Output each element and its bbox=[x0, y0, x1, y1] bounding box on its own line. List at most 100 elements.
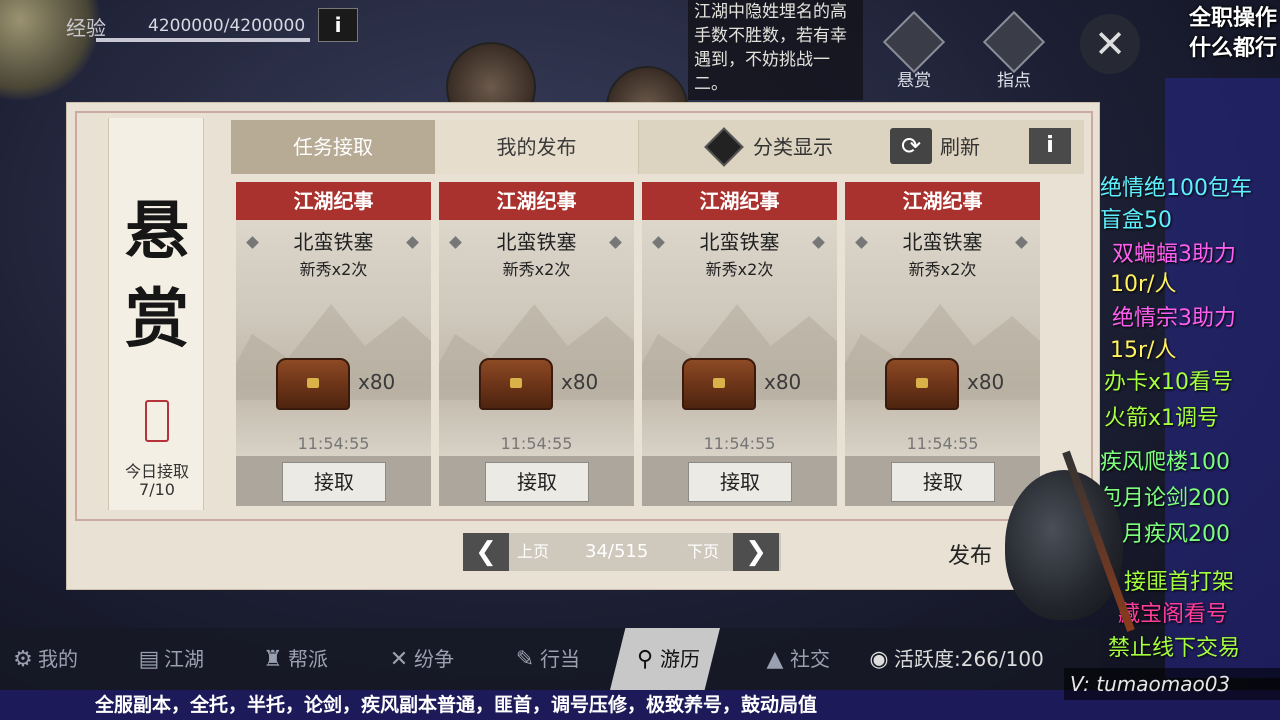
nav-item-jianghu[interactable]: ▤ 江湖 bbox=[134, 628, 204, 690]
bounty-icon bbox=[882, 10, 946, 74]
scroll-icon: ▤ bbox=[138, 647, 160, 672]
nav-item-travel[interactable]: ⚲ 游历 bbox=[610, 628, 720, 690]
quest-timer: 11:54:55 bbox=[703, 434, 776, 453]
reward-quantity: x80 bbox=[967, 370, 1005, 394]
brush-icon: ✎ bbox=[515, 647, 535, 672]
activity-display[interactable]: ◉ 活跃度:266/100 bbox=[864, 628, 1043, 690]
seal-stamp bbox=[145, 400, 169, 442]
quest-name: 北蛮铁塞 bbox=[699, 230, 780, 254]
prev-page-label[interactable]: 上页 bbox=[517, 533, 549, 571]
nav-label: 帮派 bbox=[288, 647, 328, 671]
quest-card-header: 江湖纪事 bbox=[236, 182, 431, 220]
treasure-chest-icon bbox=[682, 358, 756, 410]
quest-card[interactable]: 江湖纪事 北蛮铁塞 新秀x2次 x80 11:54:55 接取 bbox=[642, 182, 837, 506]
accept-button[interactable]: 接取 bbox=[891, 462, 995, 502]
next-page-button[interactable]: ❯ bbox=[733, 533, 779, 571]
pagination: ❮ 上页 34/515 下页 ❯ bbox=[463, 533, 781, 571]
overlay-line: 禁止线下交易 bbox=[1108, 636, 1241, 661]
accept-button[interactable]: 接取 bbox=[688, 462, 792, 502]
tab-my-published[interactable]: 我的发布 bbox=[435, 120, 639, 174]
activity-icon: ◉ bbox=[869, 647, 889, 672]
quest-requirement: 新秀x2次 bbox=[299, 260, 368, 279]
nav-label: 江湖 bbox=[164, 647, 204, 671]
quest-name: 北蛮铁塞 bbox=[293, 230, 374, 254]
today-accept-label: 今日接取 bbox=[124, 462, 189, 481]
inkstone-decoration[interactable] bbox=[1005, 470, 1123, 620]
bounty-scroll: 悬赏 今日接取 7/10 bbox=[108, 118, 204, 510]
quest-timer: 11:54:55 bbox=[906, 434, 979, 453]
bounty-button[interactable]: 悬赏 bbox=[882, 10, 946, 91]
next-page-label[interactable]: 下页 bbox=[687, 533, 719, 571]
reward-quantity: x80 bbox=[561, 370, 599, 394]
overlay-line: 绝情绝100包车 bbox=[1100, 176, 1252, 201]
bottom-nav: ⚙ 我的 ▤ 江湖 ♜ 帮派 ✕ 纷争 ✎ 行当 ⚲ 游历 ▲ 社交 ◉ 活跃度:266/100 bbox=[0, 628, 1100, 690]
guide-button[interactable]: 指点 bbox=[982, 10, 1046, 91]
quest-card-footer: 接取 bbox=[439, 456, 634, 506]
accept-button[interactable]: 接取 bbox=[485, 462, 589, 502]
guide-icon bbox=[982, 10, 1046, 74]
page-counter: 34/515 bbox=[585, 541, 649, 562]
nav-item-profession[interactable]: ✎ 行当 bbox=[510, 628, 580, 690]
nav-label: 游历 bbox=[660, 647, 700, 671]
quest-card-body: 北蛮铁塞 新秀x2次 x80 11:54:55 bbox=[845, 220, 1040, 456]
nav-item-guild[interactable]: ♜ 帮派 bbox=[258, 628, 328, 690]
tab-accept-quest[interactable]: 任务接取 bbox=[231, 120, 435, 174]
refresh-label[interactable]: 刷新 bbox=[940, 120, 980, 174]
overlay-header: 全职操作 什么都行 bbox=[1165, 4, 1277, 64]
crossed-swords-icon: ✕ bbox=[389, 647, 409, 672]
exp-progress-bar bbox=[96, 38, 310, 42]
overlay-header-line1: 全职操作 bbox=[1188, 6, 1277, 31]
nav-item-social[interactable]: ▲ 社交 bbox=[760, 628, 830, 690]
overlay-line: 包月论剑200 bbox=[1100, 486, 1230, 511]
quest-card-header: 江湖纪事 bbox=[845, 182, 1040, 220]
overlay-line: 绝情宗3助力 bbox=[1112, 306, 1236, 331]
overlay-line: 疾风爬楼100 bbox=[1100, 450, 1230, 475]
social-icon: ▲ bbox=[766, 647, 784, 672]
overlay-line: 盲盒50 bbox=[1100, 208, 1172, 233]
magnifier-icon: ⚲ bbox=[636, 647, 654, 672]
quest-name: 北蛮铁塞 bbox=[496, 230, 577, 254]
treasure-chest-icon bbox=[479, 358, 553, 410]
scroll-title: 悬赏 bbox=[125, 194, 189, 357]
quest-card[interactable]: 江湖纪事 北蛮铁塞 新秀x2次 x80 11:54:55 接取 bbox=[845, 182, 1040, 506]
guild-icon: ♜ bbox=[263, 647, 283, 672]
exp-value: 4200000/4200000 bbox=[148, 16, 306, 36]
gear-icon: ⚙ bbox=[13, 647, 33, 672]
exp-label: 经验 bbox=[66, 16, 106, 40]
refresh-icon[interactable]: ⟳ bbox=[890, 128, 932, 164]
quest-name: 北蛮铁塞 bbox=[902, 230, 983, 254]
quest-timer: 11:54:55 bbox=[500, 434, 573, 453]
quest-card[interactable]: 江湖纪事 北蛮铁塞 新秀x2次 x80 11:54:55 接取 bbox=[439, 182, 634, 506]
quest-card-body: 北蛮铁塞 新秀x2次 x80 11:54:55 bbox=[642, 220, 837, 456]
quest-card-footer: 接取 bbox=[642, 456, 837, 506]
info-icon[interactable]: i bbox=[1029, 128, 1071, 164]
accept-button[interactable]: 接取 bbox=[282, 462, 386, 502]
prev-page-button[interactable]: ❮ bbox=[463, 533, 509, 571]
nav-item-mine[interactable]: ⚙ 我的 bbox=[8, 628, 78, 690]
overlay-line: 藏宝阁看号 bbox=[1118, 602, 1229, 627]
treasure-chest-icon bbox=[885, 358, 959, 410]
quest-timer: 11:54:55 bbox=[297, 434, 370, 453]
exp-info-icon[interactable]: i bbox=[318, 8, 358, 42]
quest-card-body: 北蛮铁塞 新秀x2次 x80 11:54:55 bbox=[439, 220, 634, 456]
overlay-line: 双蝙蝠3助力 bbox=[1112, 242, 1236, 267]
quest-card-footer: 接取 bbox=[845, 456, 1040, 506]
quest-card-body: 北蛮铁塞 新秀x2次 x80 11:54:55 bbox=[236, 220, 431, 456]
quest-card[interactable]: 江湖纪事 北蛮铁塞 新秀x2次 x80 11:54:55 接取 bbox=[236, 182, 431, 506]
reward-quantity: x80 bbox=[764, 370, 802, 394]
category-toggle-icon[interactable] bbox=[704, 127, 744, 167]
quest-requirement: 新秀x2次 bbox=[502, 260, 571, 279]
publish-button[interactable]: 发布 bbox=[948, 538, 992, 570]
category-display-label[interactable]: 分类显示 bbox=[753, 120, 833, 174]
exp-progress-fill bbox=[96, 38, 310, 42]
close-button[interactable]: ✕ bbox=[1080, 14, 1140, 74]
nav-item-conflict[interactable]: ✕ 纷争 bbox=[384, 628, 454, 690]
quest-card-header: 江湖纪事 bbox=[642, 182, 837, 220]
quest-requirement: 新秀x2次 bbox=[705, 260, 774, 279]
overlay-line: 15r/人 bbox=[1110, 338, 1177, 363]
nav-label: 我的 bbox=[38, 647, 78, 671]
quest-requirement: 新秀x2次 bbox=[908, 260, 977, 279]
quest-card-header: 江湖纪事 bbox=[439, 182, 634, 220]
tab-bar: 任务接取 我的发布 分类显示 ⟳ 刷新 i bbox=[231, 120, 1084, 174]
overlay-line: 火箭x1调号 bbox=[1104, 406, 1220, 431]
